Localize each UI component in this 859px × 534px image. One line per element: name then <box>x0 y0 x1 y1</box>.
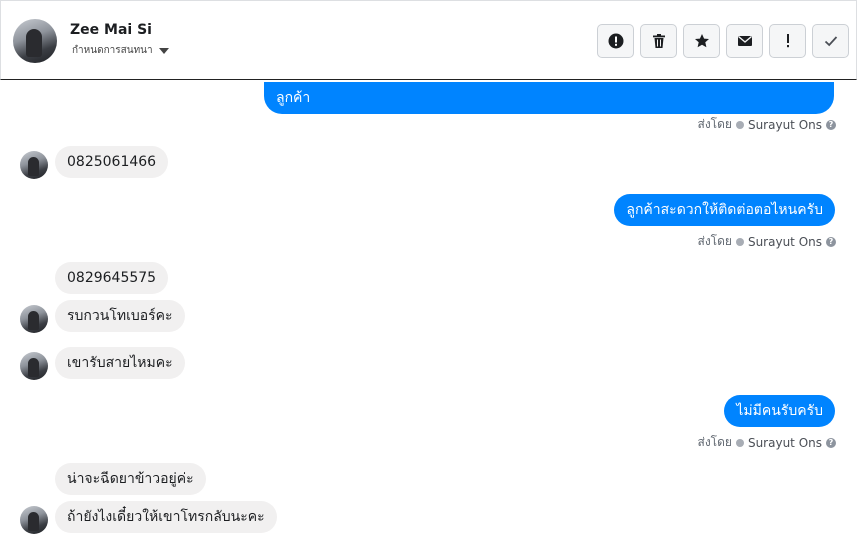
agent-name[interactable]: Surayut Ons <box>748 235 822 249</box>
sent-by-label: ส่งโดย Surayut Ons? <box>698 433 836 452</box>
envelope-icon <box>737 35 752 46</box>
alert-circle-icon <box>608 33 623 49</box>
incoming-message[interactable]: รบกวนโทเบอร์คะ <box>55 300 185 332</box>
trash-icon <box>652 34 665 48</box>
mark-spam-button[interactable] <box>597 24 634 58</box>
exclamation-icon <box>786 34 789 48</box>
star-button[interactable] <box>683 24 720 58</box>
conversation-header: Zee Mai Si กำหนดการสนทนา <box>0 0 857 80</box>
verified-dot-icon <box>735 438 744 447</box>
mark-done-button[interactable] <box>812 24 849 58</box>
contact-avatar <box>20 305 48 333</box>
caret-down-icon <box>158 47 169 54</box>
help-icon[interactable]: ? <box>826 119 836 130</box>
incoming-message[interactable]: 0829645575 <box>55 262 169 294</box>
sent-by-label: ส่งโดย Surayut Ons? <box>698 115 836 134</box>
incoming-message[interactable]: 0825061466 <box>55 146 169 178</box>
contact-name[interactable]: Zee Mai Si <box>70 22 152 38</box>
contact-avatar <box>20 151 48 179</box>
outgoing-message[interactable]: ไม่มีคนรับครับ <box>724 395 835 427</box>
star-icon <box>694 34 709 48</box>
agent-name[interactable]: Surayut Ons <box>748 118 822 132</box>
verified-dot-icon <box>735 237 744 246</box>
contact-avatar <box>20 506 48 534</box>
incoming-message[interactable]: เขารับสายไหมคะ <box>55 347 185 379</box>
check-icon <box>824 36 837 47</box>
help-icon[interactable]: ? <box>826 437 836 448</box>
outgoing-message[interactable]: ลูกค้า <box>264 82 834 114</box>
mark-unread-button[interactable] <box>726 24 763 58</box>
stage-label: กำหนดการสนทนา <box>72 45 153 56</box>
stage-dropdown[interactable]: กำหนดการสนทนา <box>72 43 169 58</box>
incoming-message[interactable]: น่าจะฉีดยาข้าวอยู่ค่ะ <box>55 463 206 495</box>
help-icon[interactable]: ? <box>826 236 836 247</box>
flag-button[interactable] <box>769 24 806 58</box>
contact-avatar <box>20 352 48 380</box>
outgoing-message[interactable]: ลูกค้าสะดวกให้ติดต่อตอไหนครับ <box>614 194 835 226</box>
delete-button[interactable] <box>640 24 677 58</box>
sent-by-label: ส่งโดย Surayut Ons? <box>698 232 836 251</box>
incoming-message[interactable]: ถ้ายังไงเดี๋ยวให้เขาโทรกลับนะคะ <box>55 501 277 533</box>
action-toolbar <box>597 24 849 58</box>
agent-name[interactable]: Surayut Ons <box>748 436 822 450</box>
verified-dot-icon <box>735 120 744 129</box>
contact-avatar[interactable] <box>13 19 57 63</box>
